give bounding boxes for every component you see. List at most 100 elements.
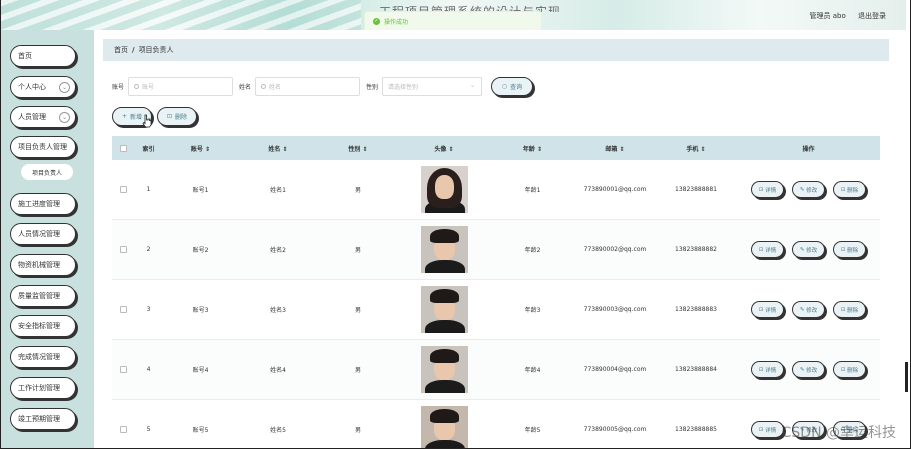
sidebar-item-safety-indicators[interactable]: 安全指标管理 xyxy=(10,315,76,337)
table-header: 索引 账号 ⇕ 姓名 ⇕ 性别 ⇕ 头像 ⇕ 年龄 ⇕ 邮箱 ⇕ 手机 ⇕ 操作 xyxy=(112,136,880,160)
avatar xyxy=(420,406,468,448)
column-header-label: 账号 xyxy=(190,145,203,153)
row-checkbox[interactable] xyxy=(119,186,127,193)
sidebar-item-staff-status[interactable]: 人员情况管理 xyxy=(10,223,76,245)
gender-cell: 男 xyxy=(354,187,361,194)
index-cell: 2 xyxy=(146,246,151,253)
age-cell: 年龄2 xyxy=(524,247,541,254)
column-header[interactable]: 索引 xyxy=(134,144,163,153)
gender-select[interactable]: 请选择性别 ⌄ xyxy=(382,76,483,96)
row-checkbox[interactable] xyxy=(119,246,127,253)
detail-label: 详情 xyxy=(765,247,777,254)
column-header-label: 邮箱 xyxy=(605,145,618,153)
avatar-shape xyxy=(424,380,465,393)
name-cell: 姓名4 xyxy=(270,367,286,374)
avatar-cell xyxy=(398,226,490,273)
sidebar-item-staff-management[interactable]: 人员管理 ⌄ xyxy=(10,106,76,128)
sidebar-subitem-project-leader[interactable]: 项目负责人 xyxy=(21,164,73,180)
name-search-input[interactable]: 姓名 xyxy=(255,76,361,96)
chevron-down-icon: ⌄ xyxy=(59,82,70,93)
sidebar-item-materials-machinery[interactable]: 物资机械管理 xyxy=(10,254,76,276)
edit-button[interactable]: ✎ 修改 xyxy=(792,181,825,198)
breadcrumb-home[interactable]: 首页 xyxy=(114,45,128,55)
email-cell: 773890001@qq.com xyxy=(583,186,647,193)
table-row: 3 账号3 姓名3 男 年龄3 773890003@qq.com 1382388… xyxy=(112,280,880,340)
sort-icon: ⇕ xyxy=(448,145,454,153)
batch-delete-label: 删除 xyxy=(175,114,188,121)
detail-button[interactable]: ⊡ 详情 xyxy=(751,301,784,318)
avatar-shape xyxy=(429,409,459,423)
phone-cell: 13823888884 xyxy=(675,366,717,373)
delete-label: 删除 xyxy=(847,307,859,314)
column-header[interactable]: 头像 ⇕ xyxy=(398,144,490,153)
sidebar-item-label: 人员情况管理 xyxy=(18,230,60,238)
row-checkbox[interactable] xyxy=(119,366,127,373)
table-row: 1 账号1 姓名1 男 年龄1 773890001@qq.com 1382388… xyxy=(112,160,880,220)
avatar-shape xyxy=(424,440,465,448)
avatar-shape xyxy=(424,260,465,273)
action-bar: + 新增 ⊡ 删除 xyxy=(112,107,197,126)
sidebar-subitem-label: 项目负责人 xyxy=(31,169,62,177)
column-header[interactable]: 账号 ⇕ xyxy=(163,144,238,153)
sidebar-item-construction-progress[interactable]: 施工进度管理 xyxy=(10,193,76,215)
breadcrumb-separator: / xyxy=(132,46,135,54)
column-header[interactable]: 性别 ⇕ xyxy=(318,144,398,153)
batch-delete-button[interactable]: ⊡ 删除 xyxy=(157,107,197,126)
detail-button[interactable]: ⊡ 详情 xyxy=(751,361,784,378)
table-body: 1 账号1 姓名1 男 年龄1 773890001@qq.com 1382388… xyxy=(112,160,880,448)
detail-button[interactable]: ⊡ 详情 xyxy=(751,421,784,438)
current-user-label: 管理员 abo xyxy=(809,12,846,20)
column-header[interactable]: 手机 ⇕ xyxy=(655,144,737,153)
gender-placeholder: 请选择性别 xyxy=(388,83,419,91)
row-checkbox[interactable] xyxy=(119,426,127,433)
index-cell: 3 xyxy=(146,306,151,313)
column-header[interactable]: 姓名 ⇕ xyxy=(238,144,318,153)
logout-link[interactable]: 退出登录 xyxy=(858,12,886,20)
edit-button[interactable]: ✎ 修改 xyxy=(792,361,825,378)
trash-icon: ⊡ xyxy=(840,186,846,193)
column-header[interactable]: 年龄 ⇕ xyxy=(490,144,575,153)
sidebar-item-project-leader-management[interactable]: 项目负责人管理 xyxy=(10,136,76,158)
edit-icon: ✎ xyxy=(799,366,805,373)
avatar xyxy=(420,166,468,213)
delete-button[interactable]: ⊡ 删除 xyxy=(833,301,866,318)
sidebar-item-home[interactable]: 首页 xyxy=(10,45,76,67)
delete-button[interactable]: ⊡ 删除 xyxy=(833,241,866,258)
sidebar-item-quality-supervision[interactable]: 质量监管管理 xyxy=(10,285,76,307)
row-select-cell xyxy=(112,306,134,313)
sidebar-item-personal-center[interactable]: 个人中心 ⌄ xyxy=(10,76,76,98)
breadcrumb: 首页 / 项目负责人 xyxy=(103,39,889,61)
row-checkbox[interactable] xyxy=(119,306,127,313)
query-button-label: 查询 xyxy=(510,83,523,91)
detail-button[interactable]: ⊡ 详情 xyxy=(751,241,784,258)
sidebar-item-completion-forecast[interactable]: 竣工预期管理 xyxy=(10,408,76,430)
detail-icon: ⊡ xyxy=(758,366,764,373)
sidebar-item-work-plan[interactable]: 工作计划管理 xyxy=(10,377,76,399)
sidebar-item-completion-status[interactable]: 完成情况管理 xyxy=(10,346,76,368)
account-cell: 账号1 xyxy=(192,187,209,194)
edit-button[interactable]: ✎ 修改 xyxy=(792,241,825,258)
account-search-input[interactable]: 账号 xyxy=(128,76,234,96)
column-header-label: 性别 xyxy=(348,145,361,153)
query-button[interactable]: ○ 查询 xyxy=(491,76,534,96)
success-toast: ✓ 操作成功 xyxy=(364,11,542,32)
phone-cell: 13823888885 xyxy=(675,426,717,433)
trash-icon: ⊡ xyxy=(840,306,846,313)
select-all-checkbox[interactable] xyxy=(119,144,127,152)
search-bar: 账号 账号 姓名 姓名 性别 请选择性别 ⌄ ○ 查询 xyxy=(112,76,534,96)
edit-button[interactable]: ✎ 修改 xyxy=(792,301,825,318)
main-content: 首页 / 项目负责人 账号 账号 姓名 姓名 性别 请选择性别 ⌄ ○ 查询 +… xyxy=(94,30,906,448)
delete-button[interactable]: ⊡ 删除 xyxy=(833,361,866,378)
delete-button[interactable]: ⊡ 删除 xyxy=(833,181,866,198)
search-icon xyxy=(261,83,267,89)
vertical-scrollbar[interactable] xyxy=(905,362,908,392)
avatar xyxy=(420,226,468,273)
sidebar-item-label: 项目负责人管理 xyxy=(18,143,67,151)
sort-icon: ⇕ xyxy=(362,145,368,153)
index-cell: 1 xyxy=(146,186,151,193)
column-header[interactable]: 邮箱 ⇕ xyxy=(575,144,655,153)
name-cell: 姓名1 xyxy=(270,187,286,194)
email-cell: 773890002@qq.com xyxy=(583,246,647,253)
detail-button[interactable]: ⊡ 详情 xyxy=(751,181,784,198)
sort-icon: ⇕ xyxy=(537,145,543,153)
